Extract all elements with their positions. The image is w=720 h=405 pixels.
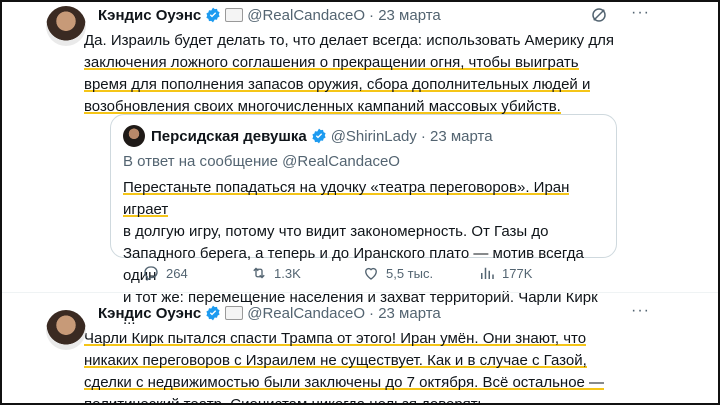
screenshot-frame: Кэндис Оуэнс @RealCandaceO · 23 марта ··… [0,0,720,405]
tweet-line: Чарли Кирк пытался спасти Трампа от этог… [84,330,587,347]
quoted-date: · 23 марта [420,127,493,145]
like-button[interactable]: 5,5 тыс. [362,264,433,282]
quoted-line: в долгую игру, потому что видит закономе… [123,223,549,240]
tweet-date[interactable]: · 23 марта [369,7,441,24]
avatar[interactable] [46,310,86,350]
tweet-text: Да. Израиль будет делать то, что делает … [84,30,638,118]
tweet-2[interactable]: Кэндис Оуэнс @RealCandaceO · 23 марта ··… [46,302,649,403]
author-handle[interactable]: @RealCandaceO [247,305,365,322]
author-handle[interactable]: @RealCandaceO [247,7,365,24]
quoted-tweet-header: Персидская девушка @ShirinLady · 23 март… [123,125,493,147]
view-count: 177K [502,265,533,281]
avatar[interactable] [46,6,86,46]
quoted-author-name: Персидская девушка [151,127,307,145]
verified-badge-icon [312,128,326,144]
more-options-icon[interactable]: ··· [631,302,650,320]
tweet-line: сделки с недвижимостью были заключены до… [84,374,605,391]
affiliate-badge-icon [225,8,244,22]
tweet-line: политический театр. Сионистам никогда не… [84,396,490,405]
more-options-icon[interactable]: ··· [631,4,650,22]
tweet-text: Чарли Кирк пытался спасти Трампа от этог… [84,328,638,405]
quoted-line: Перестаньте попадаться на удочку «театра… [123,179,570,218]
reply-context: В ответ на сообщение @RealCandaceO [123,153,400,170]
divider [2,292,718,293]
verified-badge-icon [206,305,220,321]
repost-icon [253,267,265,279]
views-button[interactable]: 177K [478,264,532,282]
like-count: 5,5 тыс. [386,265,434,281]
tweet-1[interactable]: Кэндис Оуэнс @RealCandaceO · 23 марта ··… [46,4,649,118]
quoted-tweet[interactable]: Персидская девушка @ShirinLady · 23 март… [110,114,617,328]
tweet-line: никаких переговоров с Израилем не сущест… [84,352,587,369]
quoted-author-handle: @ShirinLady [330,127,417,145]
tweet-header: Кэндис Оуэнс @RealCandaceO · 23 марта [98,4,638,26]
tweet-date[interactable]: · 23 марта [369,305,441,322]
reply-button[interactable]: 264 [142,264,188,282]
heart-icon [365,267,377,280]
verified-badge-icon [206,7,220,23]
reply-count: 264 [166,265,188,281]
action-bar: 264 1.3K 5,5 тыс. 177K [142,264,642,286]
author-name[interactable]: Кэндис Оуэнс [98,7,201,24]
repost-count: 1.3K [274,265,301,281]
reply-icon [144,266,158,281]
tweet-header: Кэндис Оуэнс @RealCandaceO · 23 марта [98,302,638,324]
tweet-line: время для пополнения запасов оружия, сбо… [84,76,591,93]
repost-button[interactable]: 1.3K [250,264,301,282]
author-name[interactable]: Кэндис Оуэнс [98,305,201,322]
views-icon [481,267,494,279]
grok-icon[interactable] [590,6,608,24]
tweet-line: заключения ложного соглашения о прекраще… [84,54,579,71]
quoted-avatar [123,125,145,147]
tweet-line: возобновления своих многочисленных кампа… [84,98,561,115]
affiliate-badge-icon [225,306,244,320]
tweet-line: Да. Израиль будет делать то, что делает … [84,32,614,49]
